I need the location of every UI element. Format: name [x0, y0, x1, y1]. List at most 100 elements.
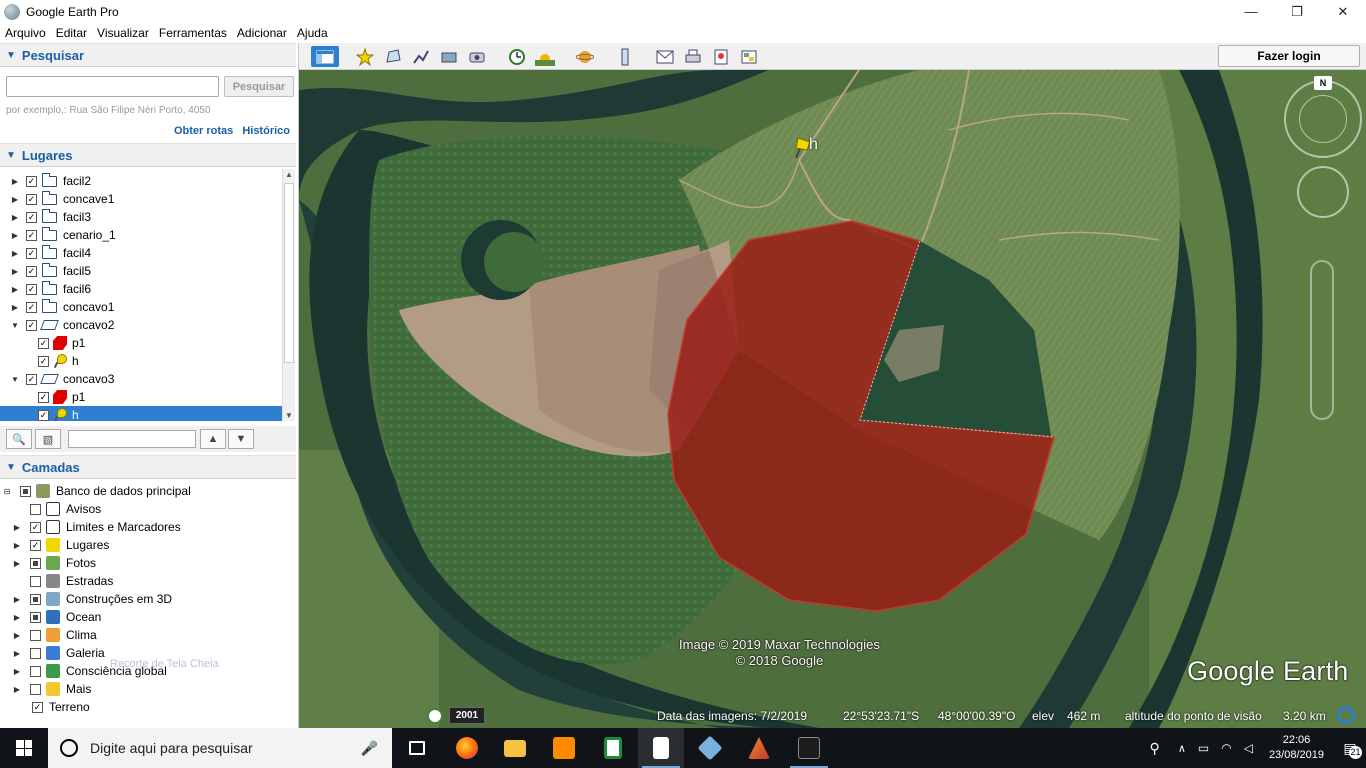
layer-item-lugares[interactable]: ▶ ✓ Lugares — [0, 536, 282, 554]
layer-checkbox[interactable] — [30, 503, 41, 515]
expand-arrow-icon[interactable]: ▶ — [12, 613, 22, 622]
search-input[interactable] — [6, 76, 219, 97]
historical-imagery-icon[interactable] — [505, 46, 529, 67]
places-section-header[interactable]: ▼ Lugares — [0, 143, 296, 167]
menu-adicionar[interactable]: Adicionar — [232, 26, 292, 40]
menu-visualizar[interactable]: Visualizar — [92, 26, 154, 40]
microphone-icon[interactable]: 🎤 — [361, 740, 378, 757]
visibility-checkbox[interactable]: ✓ — [26, 283, 37, 295]
mp-app-taskbar-icon[interactable] — [786, 728, 832, 768]
look-joystick-inner[interactable] — [1299, 95, 1347, 143]
task-view-icon[interactable] — [394, 728, 440, 768]
layer-checkbox[interactable] — [30, 647, 41, 659]
places-scrollbar[interactable]: ▲ ▼ — [282, 169, 295, 421]
volume-icon[interactable]: ◁ — [1244, 741, 1253, 755]
taskbar-search-box[interactable]: Digite aqui para pesquisar 🎤 — [48, 728, 392, 768]
start-button[interactable] — [0, 728, 48, 768]
expand-arrow-icon[interactable]: ▶ — [12, 649, 22, 658]
layer-item-fotos[interactable]: ▶ Fotos — [0, 554, 282, 572]
menu-arquivo[interactable]: Arquivo — [0, 26, 51, 40]
visibility-checkbox[interactable]: ✓ — [26, 301, 37, 313]
login-button[interactable]: Fazer login — [1218, 45, 1360, 67]
firefox-taskbar-icon[interactable] — [444, 728, 490, 768]
excel-sheet-taskbar-icon[interactable] — [590, 728, 636, 768]
layer-item-mais[interactable]: ▶ Mais — [0, 680, 282, 698]
placemark-label[interactable]: h — [809, 136, 818, 154]
places-item-facil3[interactable]: ▶ ✓ facil3 — [0, 208, 282, 226]
places-item-h[interactable]: ✓ h — [0, 352, 282, 370]
visibility-checkbox[interactable]: ✓ — [38, 391, 49, 403]
expand-arrow-icon[interactable]: ▶ — [10, 195, 20, 204]
visibility-checkbox[interactable]: ✓ — [26, 247, 37, 259]
scroll-up-icon[interactable]: ▲ — [285, 170, 293, 179]
expand-arrow-icon[interactable]: ▶ — [12, 595, 22, 604]
layer-checkbox[interactable]: ✓ — [30, 539, 41, 551]
layers-section-header[interactable]: ▼ Camadas — [0, 455, 296, 479]
places-item-concave1[interactable]: ▶ ✓ concave1 — [0, 190, 282, 208]
visibility-checkbox[interactable]: ✓ — [26, 175, 37, 187]
places-item-concavo3[interactable]: ▼ ✓ concavo3 — [0, 370, 282, 388]
get-directions-link[interactable]: Obter rotas — [174, 125, 233, 137]
places-item-h[interactable]: ✓ h — [0, 406, 282, 421]
zoom-slider[interactable] — [1310, 260, 1334, 420]
places-item-concavo2[interactable]: ▼ ✓ concavo2 — [0, 316, 282, 334]
search-section-header[interactable]: ▼ Pesquisar — [0, 43, 296, 67]
visibility-checkbox[interactable]: ✓ — [38, 409, 49, 421]
menu-ajuda[interactable]: Ajuda — [292, 26, 333, 40]
layer-checkbox[interactable] — [30, 557, 41, 569]
search-button[interactable]: Pesquisar — [224, 76, 294, 97]
expand-arrow-icon[interactable]: ▶ — [12, 685, 22, 694]
menu-editar[interactable]: Editar — [51, 26, 92, 40]
expand-arrow-icon[interactable]: ⊟ — [2, 487, 12, 496]
scroll-down-icon[interactable]: ▼ — [285, 411, 293, 420]
visibility-checkbox[interactable]: ✓ — [38, 337, 49, 349]
ruler-icon[interactable] — [613, 46, 637, 67]
wifi-icon[interactable]: ◠ — [1221, 741, 1231, 755]
places-item-facil2[interactable]: ▶ ✓ facil2 — [0, 172, 282, 190]
layer-checkbox[interactable]: ✓ — [32, 701, 43, 713]
visibility-checkbox[interactable]: ✓ — [26, 373, 37, 385]
compass-north-icon[interactable]: N — [1314, 76, 1332, 90]
record-tour-icon[interactable] — [465, 46, 489, 67]
layer-checkbox[interactable]: ✓ — [30, 521, 41, 533]
collapse-arrow-icon[interactable]: ▼ — [10, 375, 20, 384]
layer-item-banco-de-dados-principal[interactable]: ⊟ Banco de dados principal — [0, 482, 282, 500]
layer-checkbox[interactable] — [30, 629, 41, 641]
people-icon[interactable]: ⚲ — [1150, 740, 1160, 757]
visibility-checkbox[interactable]: ✓ — [26, 193, 37, 205]
expand-arrow-icon[interactable]: ▶ — [10, 267, 20, 276]
close-button[interactable]: ✕ — [1320, 0, 1366, 23]
places-item-concavo1[interactable]: ▶ ✓ concavo1 — [0, 298, 282, 316]
matlab-taskbar-icon[interactable] — [736, 728, 782, 768]
layer-item-avisos[interactable]: Avisos — [0, 500, 282, 518]
layer-item-clima[interactable]: ▶ Clima — [0, 626, 282, 644]
toggle-panel-icon[interactable]: ▧ — [35, 429, 61, 449]
places-item-cenario_1[interactable]: ▶ ✓ cenario_1 — [0, 226, 282, 244]
visibility-checkbox[interactable]: ✓ — [26, 211, 37, 223]
view-in-maps-icon[interactable] — [709, 46, 733, 67]
layer-checkbox[interactable] — [30, 665, 41, 677]
maximize-button[interactable]: ❐ — [1274, 0, 1320, 23]
layer-item-estradas[interactable]: Estradas — [0, 572, 282, 590]
search-places-icon[interactable]: 🔍 — [6, 429, 32, 449]
taskbar-clock[interactable]: 22:06 23/08/2019 — [1269, 733, 1324, 763]
move-down-icon[interactable]: ▼ — [228, 429, 254, 449]
scroll-thumb[interactable] — [284, 183, 294, 363]
expand-arrow-icon[interactable]: ▶ — [12, 523, 22, 532]
add-path-icon[interactable] — [409, 46, 433, 67]
layer-checkbox[interactable] — [30, 575, 41, 587]
sidebar-toggle-icon[interactable] — [311, 46, 339, 67]
layer-checkbox[interactable] — [20, 485, 31, 497]
sublime-text-taskbar-icon[interactable] — [541, 728, 587, 768]
add-placemark-icon[interactable] — [353, 46, 377, 67]
places-item-p1[interactable]: ✓ p1 — [0, 334, 282, 352]
print-icon[interactable] — [681, 46, 705, 67]
map-view[interactable]: h N Image © 2019 Maxar Technologies © 20… — [299, 70, 1366, 728]
virtualbox-taskbar-icon[interactable] — [687, 728, 733, 768]
expand-arrow-icon[interactable]: ▶ — [10, 285, 20, 294]
layer-item-ocean[interactable]: ▶ Ocean — [0, 608, 282, 626]
action-center-icon[interactable]: ▤21 — [1334, 740, 1366, 759]
sunlight-icon[interactable] — [533, 46, 557, 67]
places-item-p1[interactable]: ✓ p1 — [0, 388, 282, 406]
layer-item-limites-e-marcadores[interactable]: ▶ ✓ Limites e Marcadores — [0, 518, 282, 536]
